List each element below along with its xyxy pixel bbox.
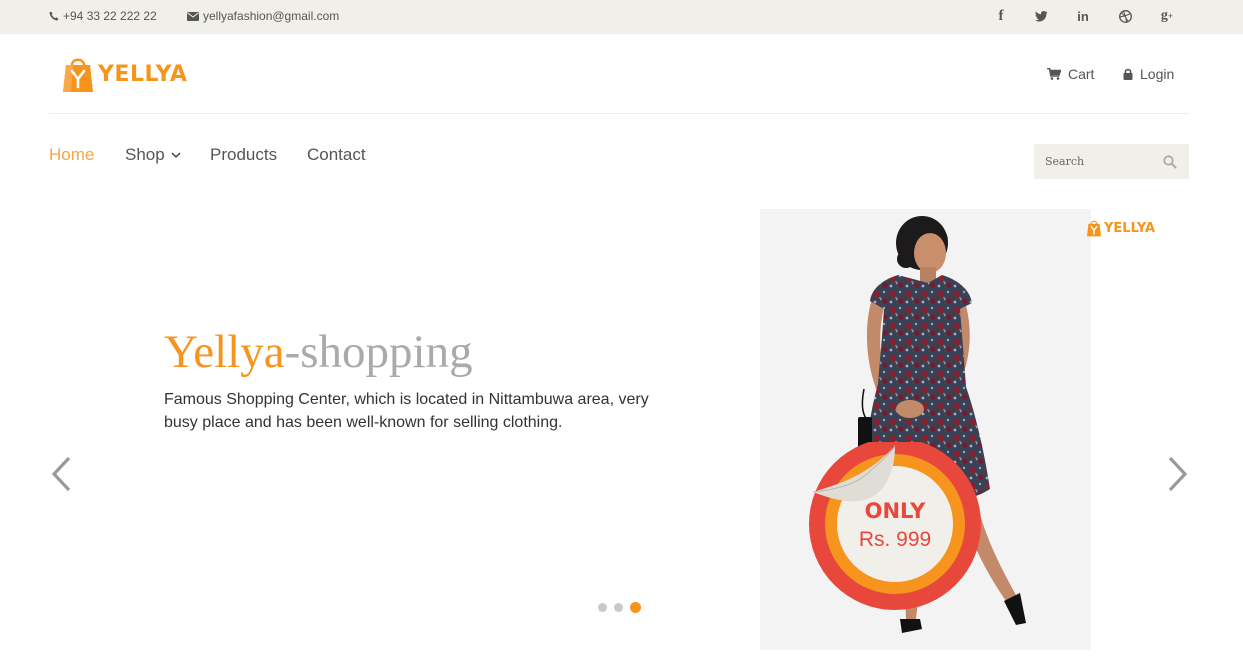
envelope-icon [187, 11, 199, 21]
slide-title-suffix: -shopping [284, 326, 473, 378]
phone-icon [49, 11, 59, 21]
linkedin-icon[interactable]: in [1073, 7, 1093, 25]
top-bar: +94 33 22 222 22 yellyafashion@gmail.com… [0, 0, 1243, 34]
email-address: yellyafashion@gmail.com [203, 9, 340, 23]
facebook-icon[interactable]: f [991, 7, 1011, 25]
slide-title-brand: Yellya [164, 326, 285, 378]
slide-title: Yellya-shopping [164, 325, 473, 379]
price-badge [809, 442, 981, 610]
nav-contact-label: Contact [307, 145, 366, 164]
google-plus-icon[interactable]: g + [1157, 7, 1177, 25]
header-divider [49, 113, 1189, 114]
watermark-text: YELLYA [1104, 220, 1156, 236]
badge-price-text: Rs. 999 [858, 528, 932, 551]
nav-home-label: Home [49, 145, 95, 164]
nav-products-label: Products [210, 145, 278, 164]
nav-contact[interactable]: Contact [307, 145, 366, 165]
nav-shop-label: Shop [125, 145, 165, 164]
login-label: Login [1140, 66, 1175, 82]
slider-dot-2[interactable] [614, 603, 623, 612]
nav-home[interactable]: Home [49, 145, 94, 165]
cart-link[interactable]: Cart [1047, 66, 1094, 82]
search-box [1034, 144, 1189, 179]
site-logo[interactable]: YELLYA [63, 55, 187, 93]
slider-prev-arrow-icon[interactable] [49, 455, 73, 493]
dribbble-icon[interactable] [1115, 7, 1135, 25]
slider-next-arrow-icon[interactable] [1166, 455, 1190, 493]
badge-only-text: ONLY [864, 499, 926, 523]
twitter-icon[interactable] [1031, 7, 1051, 25]
logo-text: YELLYA [98, 61, 188, 87]
cart-icon [1047, 68, 1061, 80]
nav-shop-dropdown[interactable]: Shop [125, 145, 181, 165]
cart-label: Cart [1068, 66, 1095, 82]
login-link[interactable]: Login [1123, 66, 1174, 82]
slider-indicators [598, 602, 648, 613]
phone-contact: +94 33 22 222 22 [49, 9, 157, 23]
phone-number: +94 33 22 222 22 [63, 9, 157, 23]
slider-dot-1[interactable] [598, 603, 607, 612]
shopping-bag-logo-icon [63, 58, 93, 92]
watermark-logo: YELLYA [1087, 218, 1155, 238]
lock-icon [1123, 68, 1133, 80]
slider-dot-3-active[interactable] [630, 602, 641, 613]
shopping-bag-watermark-icon [1087, 220, 1101, 237]
search-input[interactable] [1034, 144, 1159, 179]
slide-description: Famous Shopping Center, which is located… [164, 391, 649, 431]
chevron-down-icon [171, 151, 181, 158]
search-icon[interactable] [1163, 155, 1177, 169]
email-contact[interactable]: yellyafashion@gmail.com [187, 9, 339, 23]
nav-products[interactable]: Products [210, 145, 277, 165]
